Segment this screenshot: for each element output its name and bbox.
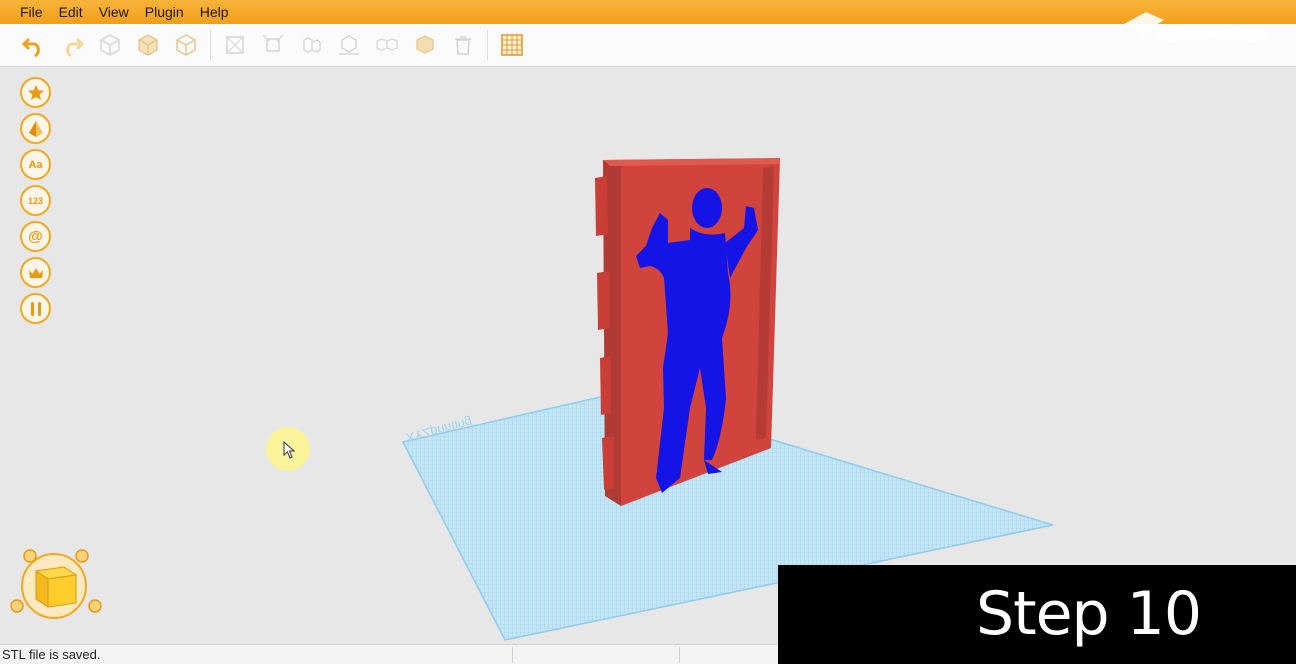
load-button[interactable]	[94, 29, 126, 61]
redo-icon	[66, 38, 85, 58]
group-button[interactable]	[371, 29, 403, 61]
menu-view[interactable]: View	[99, 4, 129, 20]
side-toolbar: Aa 123 @	[20, 77, 52, 329]
redo-button[interactable]	[56, 29, 88, 61]
copy-button[interactable]	[170, 29, 202, 61]
status-divider	[679, 647, 680, 663]
menu-edit[interactable]: Edit	[59, 4, 83, 20]
drop-to-bed-button[interactable]	[333, 29, 365, 61]
crown-icon	[28, 267, 43, 278]
step-caption-overlay: Step 10	[778, 565, 1296, 664]
scene: XYZprinting	[401, 158, 1054, 641]
cube-stack-icon	[176, 34, 196, 56]
ungroup-button[interactable]	[409, 29, 441, 61]
menu-help[interactable]: Help	[200, 4, 229, 20]
trash-icon	[455, 36, 471, 55]
toolbar	[0, 24, 1296, 67]
symbol-tool[interactable]: @	[20, 221, 51, 252]
app-window: File Edit View Plugin Help XYZprinting A…	[0, 0, 1296, 664]
toolbar-separator	[487, 30, 488, 60]
text-icon: Aa	[28, 158, 43, 171]
transform-icon	[226, 36, 244, 54]
menu-bar: File Edit View Plugin Help	[0, 0, 1296, 24]
status-divider	[512, 647, 513, 663]
shape-tool[interactable]	[20, 113, 51, 144]
grid-icon	[501, 34, 523, 56]
cut-button[interactable]	[132, 29, 164, 61]
favorites-tool[interactable]	[20, 77, 51, 108]
zoom-out-icon[interactable]	[88, 599, 102, 613]
group-icon	[376, 38, 398, 51]
menu-plugin[interactable]: Plugin	[145, 4, 184, 20]
kitchen-tool[interactable]	[20, 293, 51, 324]
utensils-icon	[30, 301, 41, 316]
ungroup-icon	[416, 35, 434, 54]
mouse-cursor-icon	[283, 441, 296, 459]
align-button[interactable]	[295, 29, 327, 61]
number-tool[interactable]: 123	[20, 185, 51, 216]
grid-button[interactable]	[496, 29, 528, 61]
view-navigation-cube[interactable]	[8, 545, 108, 620]
zoom-fit-icon[interactable]	[10, 599, 24, 613]
text-tool[interactable]: Aa	[20, 149, 51, 180]
transform-button[interactable]	[219, 29, 251, 61]
crown-tool[interactable]	[20, 257, 51, 288]
zoom-in-icon[interactable]	[75, 549, 89, 563]
toolbar-separator	[210, 30, 211, 60]
star-icon	[27, 84, 44, 100]
at-icon: @	[28, 228, 43, 245]
nav-home-icon[interactable]	[23, 549, 37, 563]
menu-file[interactable]: File	[20, 4, 43, 20]
cube-split-icon	[138, 34, 158, 56]
brand-logo	[1124, 12, 1266, 44]
scale-icon	[262, 34, 284, 52]
pyramid-icon	[28, 120, 43, 137]
step-caption: Step 10	[976, 579, 1202, 649]
drop-to-bed-icon	[339, 35, 359, 55]
cube-outline-icon	[100, 34, 120, 56]
3d-viewport[interactable]: XYZprinting	[0, 68, 1296, 644]
scale-button[interactable]	[257, 29, 289, 61]
undo-icon	[21, 38, 40, 58]
number-icon: 123	[27, 195, 44, 206]
delete-button[interactable]	[447, 29, 479, 61]
align-icon	[303, 37, 321, 53]
status-message: STL file is saved.	[2, 647, 101, 662]
undo-button[interactable]	[18, 29, 50, 61]
